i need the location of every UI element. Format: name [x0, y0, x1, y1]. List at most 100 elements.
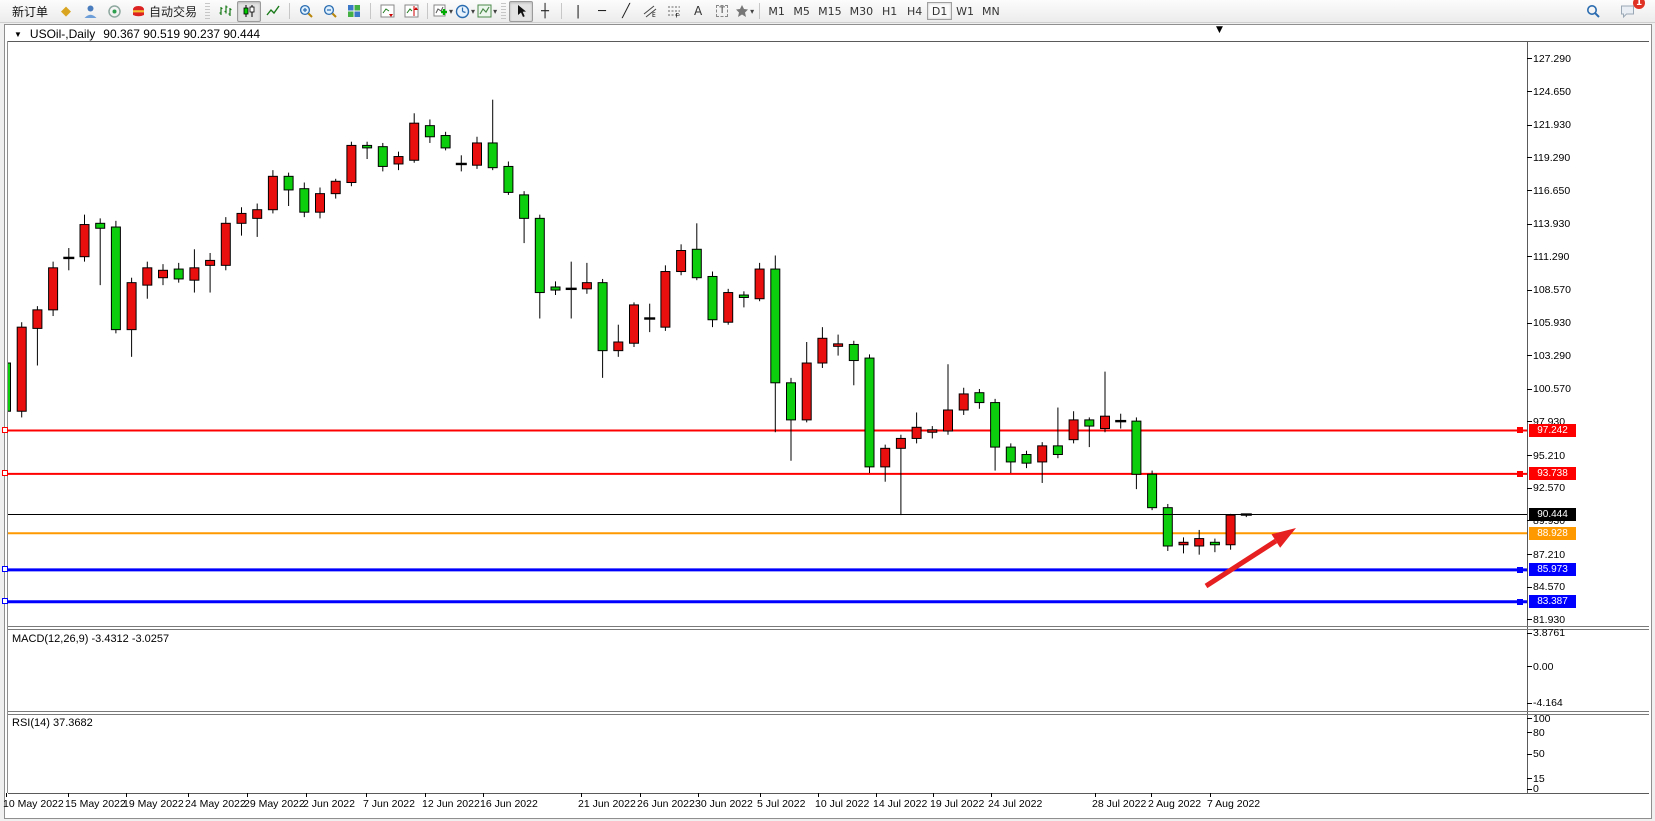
macd-tick-label: 0.00: [1533, 660, 1554, 673]
price-tick-label: 108.570: [1533, 284, 1571, 297]
tab-h4[interactable]: H4: [902, 2, 927, 20]
rsi-pane[interactable]: RSI(14) 37.3682: [8, 715, 1527, 793]
line-handle[interactable]: [1517, 470, 1523, 477]
line-handle[interactable]: [1517, 427, 1523, 434]
clock-icon: [455, 4, 470, 18]
date-label: 7 Jun 2022: [363, 798, 415, 810]
date-label: 26 Jun 2022: [637, 798, 695, 810]
date-label: 24 Jul 2022: [988, 798, 1043, 810]
macd-signal-line: [8, 635, 1200, 701]
main-chart-pane[interactable]: [8, 42, 1527, 625]
date-label: 2 Jun 2022: [303, 798, 355, 810]
date-label: 12 Jun 2022: [422, 798, 480, 810]
toolbar-separator: [370, 3, 372, 19]
bar-chart-button[interactable]: [213, 1, 237, 22]
top-toolbar: 新订单 ◆ 自动交易 ▾ ▾ ▾ ┼ | ─ ╱ E F A T ▾ M1 M5…: [0, 0, 1655, 23]
date-axis-border: [8, 793, 1649, 794]
date-tick-mark: [1151, 793, 1152, 797]
signal-icon[interactable]: [102, 1, 126, 22]
date-label: 30 Jun 2022: [695, 798, 753, 810]
date-tick-mark: [933, 793, 934, 797]
pane-separator[interactable]: [8, 629, 1649, 630]
line-handle[interactable]: [2, 426, 8, 433]
collapse-arrow-icon[interactable]: ▼: [14, 30, 22, 39]
tab-h1[interactable]: H1: [877, 2, 902, 20]
date-tick-mark: [876, 793, 877, 797]
tab-mn[interactable]: MN: [978, 2, 1004, 20]
line-handle[interactable]: [2, 598, 8, 605]
date-tick-mark: [126, 793, 127, 797]
tab-m30[interactable]: M30: [846, 2, 878, 20]
pane-separator[interactable]: [8, 711, 1649, 712]
chevron-down-icon[interactable]: ▾: [471, 7, 475, 16]
date-label: 29 May 2022: [244, 798, 305, 810]
fibonacci-icon[interactable]: F: [662, 1, 686, 22]
date-label: 2 Aug 2022: [1148, 798, 1202, 810]
price-badge: 88.928: [1529, 526, 1576, 540]
market-watch-icon[interactable]: ◆: [54, 1, 78, 22]
profile-icon[interactable]: [78, 1, 102, 22]
tab-d1[interactable]: D1: [927, 2, 953, 20]
hlines-layer[interactable]: [8, 429, 1527, 604]
zoom-in-icon[interactable]: [294, 1, 318, 22]
date-label: 10 May 2022: [3, 798, 64, 810]
tab-w1[interactable]: W1: [952, 2, 978, 20]
channel-icon[interactable]: E: [638, 1, 662, 22]
zoom-out-icon[interactable]: [318, 1, 342, 22]
axis-tick-mark: [1527, 421, 1532, 423]
autotrading-button[interactable]: 自动交易: [126, 1, 202, 22]
line-handle[interactable]: [2, 470, 8, 477]
crosshair-icon[interactable]: ┼: [533, 1, 557, 22]
axis-tick-mark: [1527, 91, 1532, 93]
axis-tick-mark: [1527, 256, 1532, 258]
trendline-icon[interactable]: ╱: [614, 1, 638, 22]
search-icon[interactable]: [1581, 1, 1605, 22]
tab-m15[interactable]: M15: [814, 2, 846, 20]
trend-arrow[interactable]: [1204, 528, 1296, 589]
price-tick-label: 103.290: [1533, 349, 1571, 362]
date-tick-mark: [760, 793, 761, 797]
date-label: 5 Jul 2022: [757, 798, 806, 810]
chevron-down-icon[interactable]: ▾: [750, 7, 754, 16]
shapes-button[interactable]: ▾: [734, 1, 755, 22]
cursor-icon[interactable]: [509, 0, 534, 22]
price-badge: 97.242: [1529, 423, 1576, 437]
line-handle[interactable]: [1517, 566, 1523, 573]
price-tick-label: 92.570: [1533, 482, 1566, 495]
new-chart-button[interactable]: ▾: [432, 1, 454, 22]
text-icon[interactable]: A: [686, 1, 710, 22]
toolbar-separator: [427, 3, 429, 19]
toolbar-separator: [561, 3, 563, 19]
candle-chart-button[interactable]: [237, 0, 262, 22]
auto-scroll-icon[interactable]: [375, 1, 399, 22]
axis-tick-mark: [1527, 355, 1532, 357]
templates-button[interactable]: ▾: [476, 1, 498, 22]
chart-shift-marker[interactable]: ▼: [1216, 25, 1223, 35]
chevron-down-icon[interactable]: ▾: [493, 7, 497, 16]
chat-icon[interactable]: 1: [1615, 0, 1645, 22]
date-tick-mark: [483, 793, 484, 797]
macd-pane[interactable]: MACD(12,26,9) -3.4312 -3.0257: [8, 631, 1527, 710]
tile-windows-icon[interactable]: [342, 1, 366, 22]
date-tick-mark: [640, 793, 641, 797]
periods-button[interactable]: ▾: [454, 1, 476, 22]
horizontal-line-icon[interactable]: ─: [590, 1, 614, 22]
price-tick-label: 81.930: [1533, 613, 1566, 626]
tab-m5[interactable]: M5: [789, 2, 814, 20]
axis-tick-mark: [1527, 322, 1532, 324]
new-order-button[interactable]: 新订单: [6, 1, 54, 22]
tab-m1[interactable]: M1: [764, 2, 789, 20]
line-handle[interactable]: [2, 566, 8, 573]
chevron-down-icon[interactable]: ▾: [449, 7, 453, 16]
macd-tick-label: 3.8761: [1533, 627, 1566, 640]
pane-separator[interactable]: [8, 626, 1649, 627]
line-handle[interactable]: [1517, 598, 1523, 605]
candles-layer: [8, 99, 1252, 555]
axis-tick-mark: [1527, 190, 1532, 192]
vertical-line-icon[interactable]: |: [566, 1, 590, 22]
date-label: 16 Jun 2022: [480, 798, 538, 810]
chart-shift-icon[interactable]: [399, 1, 423, 22]
label-icon[interactable]: T: [710, 1, 734, 22]
line-chart-button[interactable]: [261, 1, 285, 22]
date-tick-mark: [425, 793, 426, 797]
